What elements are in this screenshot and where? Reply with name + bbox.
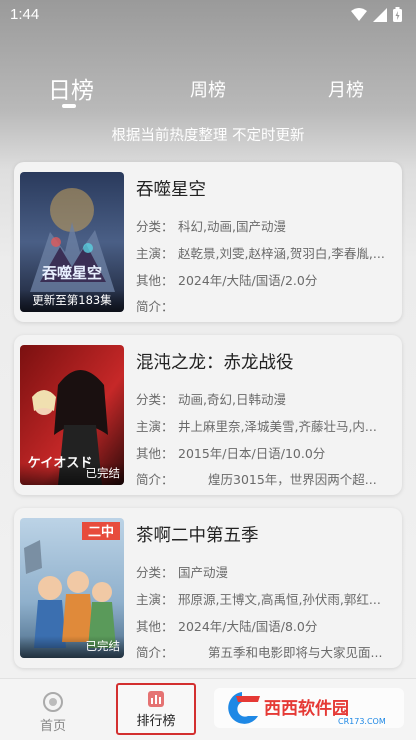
item-title: 混沌之龙：赤龙战役 (136, 353, 294, 373)
cover-image: ケイオスド 已完结 (20, 345, 124, 485)
item-intro: 简介： 煌历3015年，世界因两个超... (136, 469, 396, 488)
watermark-url: CR173.COM (338, 717, 386, 726)
nav-home[interactable]: 首页 (30, 687, 76, 734)
other-value: 2024年/大陆/国语/8.0分 (178, 619, 318, 634)
item-other: 其他： 2024年/大陆/国语/8.0分 (136, 616, 396, 635)
status-time: 1:44 (10, 6, 40, 23)
tab-weekly[interactable]: 周榜 (190, 76, 226, 102)
item-title: 茶啊二中第五季 (136, 526, 259, 546)
status-icons (351, 7, 402, 22)
cover-image: 二中 已完结 (20, 518, 124, 658)
tab-daily[interactable]: 日榜 (48, 71, 94, 105)
cover-badge: 更新至第183集 (20, 290, 124, 312)
item-genre: 分类： 科幻,动画,国产动漫 (136, 216, 396, 235)
intro-label: 简介： (136, 472, 174, 487)
item-other: 其他： 2024年/大陆/国语/2.0分 (136, 270, 396, 289)
battery-icon (393, 7, 402, 22)
genre-value: 国产动漫 (178, 565, 229, 580)
item-genre: 分类： 国产动漫 (136, 562, 396, 581)
cover-title-art: 二中 (88, 524, 114, 540)
nav-rank-label: 排行榜 (136, 714, 176, 729)
cast-label: 主演： (136, 592, 174, 607)
wifi-icon (351, 7, 367, 21)
signal-icon (373, 7, 387, 22)
cover-badge: 已完结 (20, 636, 124, 658)
genre-value: 动画,奇幻,日韩动漫 (178, 392, 286, 407)
other-value: 2015年/日本/日语/10.0分 (178, 446, 326, 461)
item-intro: 简介： (136, 296, 396, 315)
other-value: 2024年/大陆/国语/2.0分 (178, 273, 318, 288)
rank-card[interactable]: 二中 已完结 茶啊二中第五季 分类： 国产动漫 主演： 邢原源,王博文,高禹恒,孙伏… (14, 508, 402, 668)
nav-home-label: 首页 (39, 719, 66, 734)
tab-indicator (62, 104, 76, 108)
genre-label: 分类： (136, 392, 174, 407)
cast-label: 主演： (136, 246, 174, 261)
item-other: 其他： 2015年/日本/日语/10.0分 (136, 443, 396, 462)
item-cast: 主演： 赵乾景,刘雯,赵梓涵,贺羽白,李春胤,... (136, 243, 396, 262)
tab-monthly[interactable]: 月榜 (328, 76, 364, 102)
cover-title-art: 吞噬星空 (41, 264, 102, 282)
intro-value: 煌历3015年，世界因两个超... (208, 472, 377, 487)
item-title: 吞噬星空 (136, 180, 206, 200)
genre-label: 分类： (136, 219, 174, 234)
other-label: 其他： (136, 619, 174, 634)
watermark-logo: 西西软件园 CR173.COM (214, 686, 404, 730)
genre-label: 分类： (136, 565, 174, 580)
cast-value: 邢原源,王博文,高禹恒,孙伏雨,郭红... (178, 592, 381, 607)
status-bar: 1:44 (0, 0, 416, 30)
nav-rank[interactable]: 排行榜 (116, 683, 196, 735)
other-label: 其他： (136, 273, 174, 288)
home-icon (43, 692, 63, 712)
intro-value: 第五季和电影即将与大家见面... (208, 645, 383, 660)
rank-card[interactable]: ケイオスド 已完结 混沌之龙：赤龙战役 分类： 动画,奇幻,日韩动漫 主演： 井上麻… (14, 335, 402, 495)
intro-label: 简介： (136, 299, 174, 314)
item-intro: 简介： 第五季和电影即将与大家见面... (136, 642, 396, 661)
watermark-brand: 西西软件园 (264, 698, 349, 719)
rank-subtitle: 根据当前热度整理 不定时更新 (111, 128, 305, 144)
cast-value: 井上麻里奈,泽城美雪,齐藤壮马,内... (178, 419, 377, 434)
rank-icon (148, 691, 164, 707)
cover-badge: 已完结 (20, 463, 124, 485)
genre-value: 科幻,动画,国产动漫 (178, 219, 286, 234)
cover-image: 吞噬星空 更新至第183集 (20, 172, 124, 312)
intro-label: 简介： (136, 645, 174, 660)
cast-value: 赵乾景,刘雯,赵梓涵,贺羽白,李春胤,... (178, 246, 385, 261)
cast-label: 主演： (136, 419, 174, 434)
item-genre: 分类： 动画,奇幻,日韩动漫 (136, 389, 396, 408)
item-cast: 主演： 井上麻里奈,泽城美雪,齐藤壮马,内... (136, 416, 396, 435)
rank-card[interactable]: 吞噬星空 更新至第183集 吞噬星空 分类： 科幻,动画,国产动漫 主演： 赵乾景,… (14, 162, 402, 322)
other-label: 其他： (136, 446, 174, 461)
item-cast: 主演： 邢原源,王博文,高禹恒,孙伏雨,郭红... (136, 589, 396, 608)
